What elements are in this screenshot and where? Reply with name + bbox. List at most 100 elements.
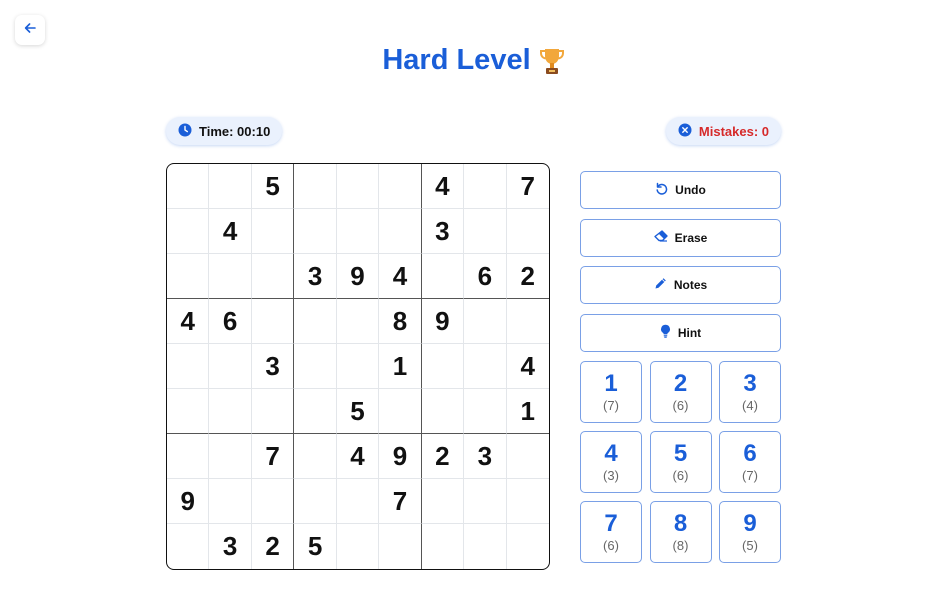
board-cell[interactable] — [421, 344, 465, 389]
board-cell[interactable] — [251, 479, 295, 524]
number-key-3[interactable]: 3 (4) — [719, 361, 781, 423]
board-cell[interactable]: 6 — [464, 254, 507, 299]
board-cell[interactable]: 3 — [421, 209, 465, 254]
number-key-9[interactable]: 9 (5) — [719, 501, 781, 563]
board-cell[interactable] — [464, 344, 507, 389]
board-cell[interactable] — [294, 299, 337, 344]
board-cell[interactable] — [336, 164, 380, 209]
number-key-remaining: (7) — [742, 467, 758, 483]
board-cell[interactable]: 4 — [209, 209, 252, 254]
board-cell[interactable]: 4 — [421, 164, 465, 209]
board-cell[interactable]: 7 — [506, 164, 549, 209]
board-cell[interactable]: 4 — [336, 434, 380, 479]
board-cell[interactable]: 9 — [336, 254, 380, 299]
board-cell[interactable] — [251, 254, 295, 299]
board-cell[interactable]: 3 — [464, 434, 507, 479]
board-cell[interactable] — [251, 299, 295, 344]
board-cell[interactable]: 9 — [421, 299, 465, 344]
board-cell[interactable] — [167, 209, 210, 254]
board-cell[interactable] — [209, 164, 252, 209]
board-cell[interactable]: 1 — [379, 344, 422, 389]
board-cell[interactable] — [167, 254, 210, 299]
board-cell[interactable] — [379, 524, 422, 569]
back-button[interactable] — [15, 15, 45, 45]
number-key-2[interactable]: 2 (6) — [649, 361, 712, 423]
board-cell[interactable]: 4 — [506, 344, 549, 389]
board-cell[interactable] — [337, 524, 380, 569]
mistakes-pill: Mistakes: 0 — [665, 117, 781, 145]
board-cell[interactable] — [421, 479, 465, 524]
board-cell[interactable]: 6 — [209, 299, 252, 344]
board-cell[interactable] — [464, 299, 507, 344]
notes-button[interactable]: Notes — [580, 266, 781, 304]
board-cell[interactable]: 3 — [251, 344, 295, 389]
board-cell[interactable]: 3 — [209, 524, 252, 569]
board-cell[interactable] — [464, 209, 507, 254]
undo-button[interactable]: Undo — [580, 171, 781, 209]
board-cell[interactable] — [294, 209, 337, 254]
board-cell[interactable] — [251, 209, 295, 254]
board-cell[interactable] — [294, 389, 337, 434]
board-cell[interactable]: 9 — [167, 479, 210, 524]
board-cell[interactable]: 5 — [251, 164, 295, 209]
number-key-1[interactable]: 1 (7) — [580, 361, 642, 423]
board-cell[interactable]: 2 — [421, 434, 465, 479]
board-cell[interactable]: 7 — [379, 479, 422, 524]
board-cell[interactable]: 1 — [506, 389, 549, 434]
board-cell[interactable] — [209, 389, 252, 434]
number-key-7[interactable]: 7 (6) — [580, 501, 642, 563]
board-cell[interactable] — [167, 434, 210, 479]
board-cell[interactable] — [209, 434, 252, 479]
board-cell[interactable] — [379, 209, 422, 254]
board-cell[interactable] — [336, 209, 380, 254]
board-cell[interactable] — [336, 299, 380, 344]
board-cell[interactable] — [336, 344, 380, 389]
number-key-6[interactable]: 6 (7) — [719, 431, 781, 493]
board-cell[interactable] — [422, 524, 465, 569]
page-title: Hard Level — [382, 44, 531, 76]
board-cell[interactable] — [464, 164, 507, 209]
board-cell[interactable] — [167, 164, 210, 209]
board-cell[interactable] — [167, 524, 210, 569]
control-panel: Undo Erase Notes Hint 1 (7) 2 (6) 3 (4) 4 (3) 5(… — [580, 171, 781, 563]
board-cell[interactable] — [294, 164, 337, 209]
board-cell[interactable] — [506, 209, 549, 254]
board-cell[interactable] — [379, 164, 422, 209]
board-cell[interactable]: 3 — [294, 254, 337, 299]
number-key-4[interactable]: 4 (3) — [580, 431, 642, 493]
board-cell[interactable]: 8 — [379, 299, 422, 344]
board-cell[interactable] — [421, 389, 465, 434]
board-cell[interactable] — [506, 434, 549, 479]
board-cell[interactable] — [506, 479, 549, 524]
board-cell[interactable] — [421, 254, 465, 299]
board-cell[interactable]: 4 — [167, 299, 210, 344]
number-key-digit: 7 — [604, 509, 618, 537]
board-cell[interactable]: 5 — [294, 524, 337, 569]
board-cell[interactable]: 4 — [379, 254, 422, 299]
number-key-5[interactable]: 5 (6) — [649, 431, 712, 493]
board-cell[interactable] — [464, 524, 507, 569]
board-cell[interactable]: 5 — [336, 389, 380, 434]
board-cell[interactable] — [294, 434, 337, 479]
board-cell[interactable] — [506, 299, 549, 344]
board-cell[interactable] — [251, 389, 295, 434]
board-cell[interactable] — [379, 389, 422, 434]
board-cell[interactable] — [209, 479, 252, 524]
board-cell[interactable] — [294, 479, 337, 524]
board-cell[interactable] — [209, 344, 252, 389]
board-cell[interactable]: 9 — [379, 434, 422, 479]
board-cell[interactable]: 2 — [252, 524, 295, 569]
board-cell[interactable] — [464, 389, 507, 434]
board-cell[interactable] — [507, 524, 549, 569]
board-cell[interactable] — [209, 254, 252, 299]
hint-button[interactable]: Hint — [580, 313, 781, 352]
erase-button[interactable]: Erase — [580, 218, 781, 257]
board-cell[interactable] — [336, 479, 380, 524]
board-cell[interactable]: 2 — [506, 254, 549, 299]
board-cell[interactable] — [294, 344, 337, 389]
number-key-8[interactable]: 8 (8) — [649, 501, 712, 563]
board-cell[interactable] — [167, 344, 210, 389]
board-cell[interactable] — [464, 479, 507, 524]
board-cell[interactable] — [167, 389, 210, 434]
board-cell[interactable]: 7 — [251, 434, 295, 479]
